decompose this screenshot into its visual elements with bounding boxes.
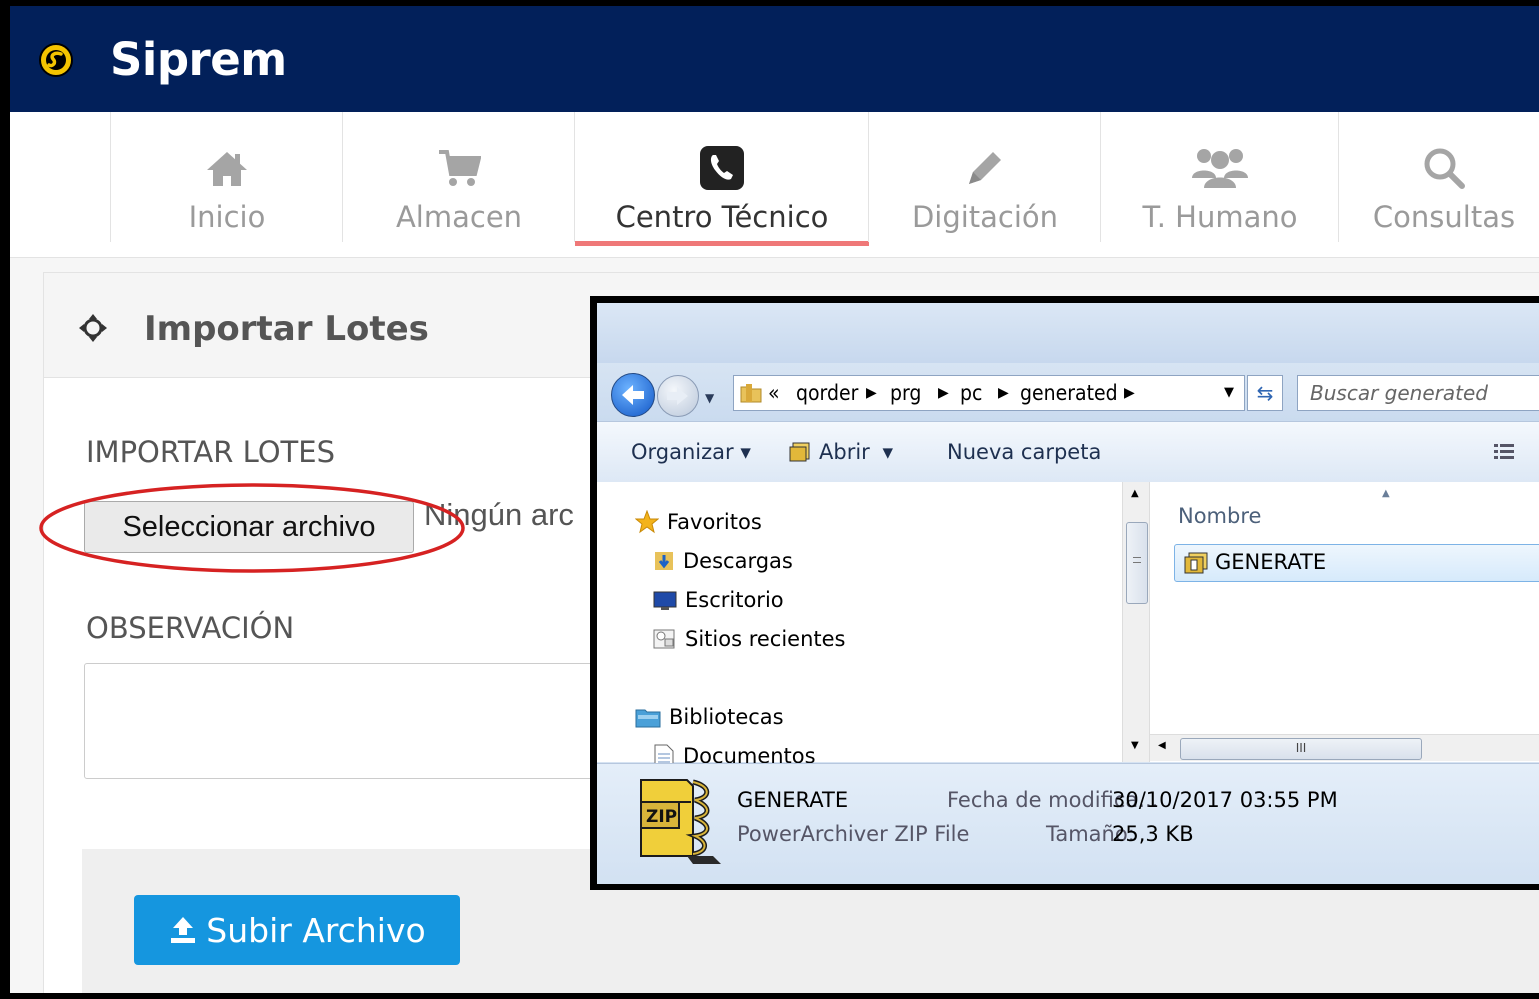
star-icon	[635, 510, 659, 534]
organize-button[interactable]: Organizar ▾	[631, 440, 751, 464]
import-label: IMPORTAR LOTES	[86, 435, 335, 469]
nav-label: Digitación	[911, 200, 1059, 234]
nav-item-digitacion[interactable]: Digitación	[868, 112, 1101, 242]
file-list: ▲ Nombre GENERATE ◀ III	[1149, 482, 1539, 762]
view-options-icon[interactable]	[1493, 442, 1517, 462]
new-folder-button[interactable]: Nueva carpeta	[947, 440, 1101, 464]
back-button[interactable]	[611, 373, 655, 417]
nav-item-almacen[interactable]: Almacen	[342, 112, 575, 242]
nav-item-t-humano[interactable]: T. Humano	[1100, 112, 1339, 242]
frame-border-top	[0, 0, 1539, 6]
address-dropdown-icon[interactable]: ▼	[1224, 385, 1234, 400]
navigation-pane: Favoritos Descargas Escritorio Sitios re…	[597, 482, 1127, 768]
history-dropdown-icon[interactable]: ▼	[705, 391, 714, 405]
nav-item-consultas[interactable]: Consultas	[1338, 112, 1539, 242]
detail-name: GENERATE	[737, 788, 849, 812]
sort-ascending-icon: ▲	[1382, 488, 1390, 499]
home-icon	[207, 152, 247, 186]
detail-size-value: 25,3 KB	[1112, 822, 1194, 846]
recent-places-icon	[653, 629, 675, 649]
arrow-right-icon	[667, 387, 688, 405]
breadcrumb-arrow-icon[interactable]: ▶	[938, 385, 949, 401]
scroll-thumb[interactable]	[1126, 522, 1148, 604]
breadcrumb-arrow-icon[interactable]: ▶	[998, 385, 1009, 401]
dialog-body: ▼ « qorder ▶ prg ▶ pc ▶ generated ▶ ▼ ⇆ …	[597, 303, 1539, 884]
details-pane: ZIP GENERATE PowerArchiver ZIP File Fech…	[597, 763, 1539, 884]
file-name: GENERATE	[1215, 550, 1327, 574]
file-open-dialog: ▼ « qorder ▶ prg ▶ pc ▶ generated ▶ ▼ ⇆ …	[590, 296, 1539, 890]
refresh-button[interactable]: ⇆	[1247, 375, 1283, 411]
frame-border	[0, 0, 10, 999]
forward-button[interactable]	[657, 375, 699, 417]
search-placeholder: Buscar generated	[1310, 381, 1488, 405]
pencil-icon	[969, 152, 1001, 184]
upload-button-label: Subir Archivo	[206, 910, 426, 950]
upload-file-button[interactable]: Subir Archivo	[134, 895, 460, 965]
scroll-up-icon[interactable]: ▲	[1131, 488, 1139, 499]
arrow-left-icon	[622, 385, 644, 405]
zip-file-icon: ZIP	[640, 779, 721, 864]
detail-type: PowerArchiver ZIP File	[737, 822, 970, 846]
breadcrumb-arrow-icon[interactable]: ▶	[866, 385, 877, 401]
tree-downloads[interactable]: Descargas	[653, 549, 793, 573]
search-icon	[1424, 148, 1465, 189]
nav-label: Centro Técnico	[615, 200, 829, 234]
address-row: ▼ « qorder ▶ prg ▶ pc ▶ generated ▶ ▼ ⇆ …	[597, 363, 1539, 421]
users-icon	[1192, 149, 1248, 188]
desktop-icon	[653, 591, 677, 610]
breadcrumb-arrow-icon[interactable]: ▶	[1124, 385, 1135, 401]
upload-icon	[171, 917, 196, 943]
column-header-name[interactable]: Nombre	[1178, 504, 1261, 528]
scroll-left-icon[interactable]: ◀	[1158, 740, 1166, 751]
nav-item-centro-tecnico[interactable]: Centro Técnico	[574, 112, 869, 246]
highlight-ellipse	[39, 483, 465, 573]
tree-favorites[interactable]: Favoritos	[635, 510, 762, 534]
dialog-titlebar	[597, 303, 1539, 363]
tree-recent-places[interactable]: Sitios recientes	[653, 627, 846, 651]
search-input[interactable]: Buscar generated	[1297, 375, 1539, 411]
logo-icon	[39, 43, 73, 77]
folder-open-icon	[789, 442, 810, 462]
zip-folder-icon	[1184, 552, 1208, 574]
detail-modified-value: 30/10/2017 03:55 PM	[1112, 788, 1338, 812]
main-nav: Inicio Almacen Centro Técnico Digitación…	[10, 112, 1539, 258]
scroll-down-icon[interactable]: ▼	[1131, 740, 1139, 751]
breadcrumb-qorder[interactable]: qorder	[796, 381, 858, 405]
phone-icon	[700, 146, 744, 190]
file-list-scrollbar[interactable]: ◀ III	[1150, 734, 1539, 761]
libraries-icon	[635, 709, 661, 728]
folder-icon	[740, 384, 762, 403]
refresh-icon: ⇆	[1256, 381, 1274, 405]
cart-icon	[439, 150, 481, 186]
brand-title[interactable]: Siprem	[110, 33, 287, 86]
command-bar: Organizar ▾ Abrir ▾ Nueva carpeta	[597, 421, 1539, 483]
panel-title: Importar Lotes	[144, 309, 429, 349]
app-header: Siprem	[10, 6, 1539, 112]
nav-item-inicio[interactable]: Inicio	[110, 112, 343, 242]
frame-border-bottom	[0, 993, 1539, 999]
zip-label: ZIP	[646, 807, 677, 827]
breadcrumb-overflow[interactable]: «	[768, 381, 780, 405]
file-item-generate[interactable]: GENERATE	[1174, 544, 1539, 582]
breadcrumb-pc[interactable]: pc	[960, 381, 982, 405]
breadcrumb-generated[interactable]: generated	[1020, 381, 1118, 405]
nav-label: Consultas	[1372, 200, 1516, 234]
tree-desktop[interactable]: Escritorio	[653, 588, 784, 612]
breadcrumb-prg[interactable]: prg	[890, 381, 921, 405]
scroll-thumb[interactable]: III	[1180, 738, 1422, 760]
crosshair-icon	[79, 314, 107, 342]
address-bar[interactable]: « qorder ▶ prg ▶ pc ▶ generated ▶ ▼	[733, 375, 1245, 411]
downloads-folder-icon	[655, 552, 673, 570]
open-button[interactable]: Abrir ▾	[789, 440, 893, 464]
tree-libraries[interactable]: Bibliotecas	[635, 705, 784, 729]
nav-pane-scrollbar[interactable]: ▲ ▼	[1122, 482, 1149, 762]
nav-label: Almacen	[395, 200, 523, 234]
nav-label: Inicio	[188, 200, 266, 234]
observation-label: OBSERVACIÓN	[86, 611, 295, 645]
nav-label: T. Humano	[1142, 200, 1298, 234]
